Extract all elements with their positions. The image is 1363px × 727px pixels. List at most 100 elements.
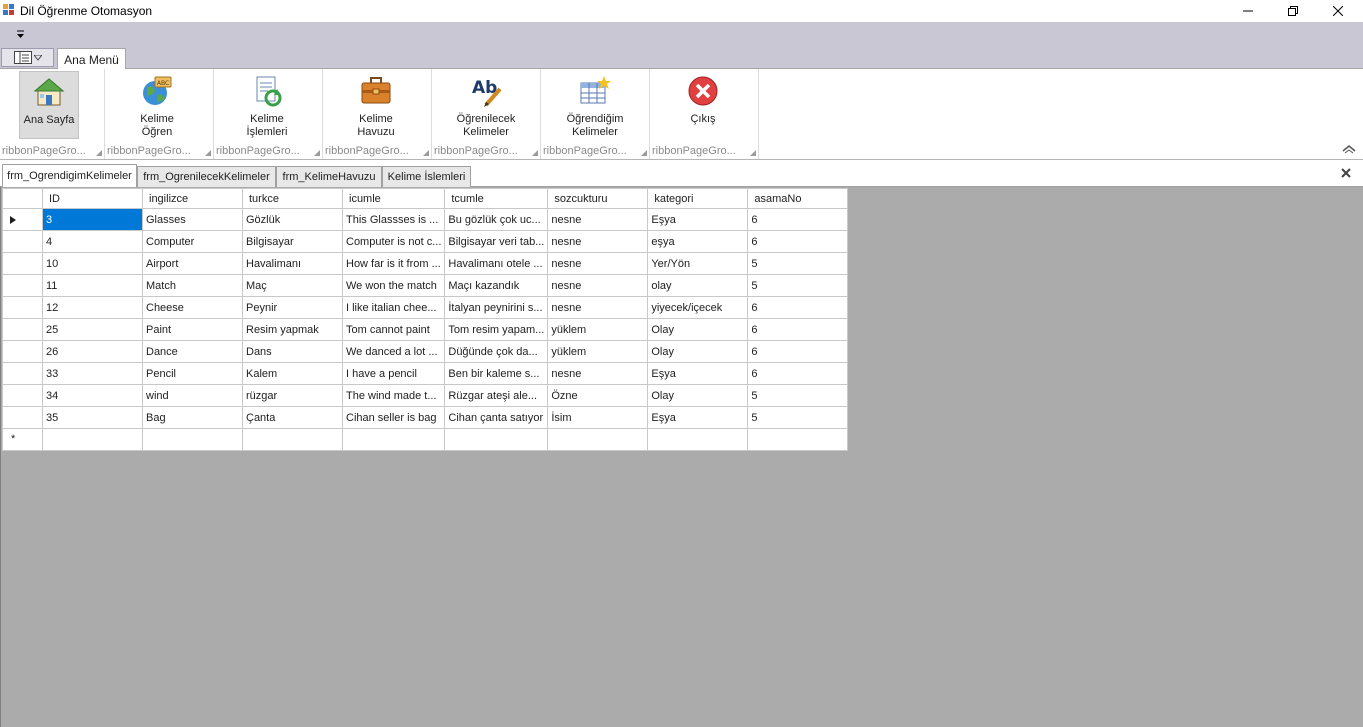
cell-asamano[interactable]: 6 (747, 296, 849, 319)
cell-turkce[interactable]: rüzgar (242, 384, 343, 407)
kelime-islemleri-button[interactable]: Kelime İşlemleri (237, 71, 297, 139)
cell-sozcukturu[interactable]: nesne (547, 296, 649, 319)
cell-turkce[interactable]: Peynir (242, 296, 343, 319)
cell-ingilizce[interactable]: Pencil (142, 362, 243, 385)
cell-icumle[interactable]: We won the match (341, 274, 446, 297)
tab-frm-kelime-havuzu[interactable]: frm_KelimeHavuzu (276, 166, 382, 187)
tab-kelime-islemleri[interactable]: Kelime İslemleri (382, 166, 471, 187)
table-row[interactable]: 33 Pencil Kalem I have a pencil Ben bir kale… (2, 362, 849, 385)
column-header-asamano[interactable]: asamaNo (747, 188, 849, 209)
cell-sozcukturu[interactable]: nesne (547, 252, 649, 275)
cell-icumle[interactable]: I like italian chee... (341, 296, 446, 319)
column-header-tcumle[interactable]: tcumle (444, 188, 549, 209)
cell-icumle[interactable]: Tom cannot paint (341, 318, 446, 341)
cell-tcumle[interactable]: Düğünde çok da... (444, 340, 549, 363)
column-header-sozcukturu[interactable]: sozcukturu (547, 188, 649, 209)
cell-icumle[interactable]: This Glassses is ... (341, 208, 446, 231)
dialog-launcher-icon[interactable] (532, 150, 538, 156)
cell-kategori[interactable]: Eşya (647, 362, 749, 385)
new-row-cell[interactable] (142, 428, 243, 451)
row-header[interactable] (2, 362, 43, 385)
table-row[interactable]: 34 wind rüzgar The wind made t... Rüzgar ate… (2, 384, 849, 407)
cell-ingilizce[interactable]: Glasses (142, 208, 243, 231)
cell-sozcukturu[interactable]: nesne (547, 362, 649, 385)
table-row[interactable]: 11 Match Maç We won the match Maçı kazandık n… (2, 274, 849, 297)
cell-asamano[interactable]: 6 (747, 318, 849, 341)
close-tab-icon[interactable] (1341, 168, 1351, 178)
cell-turkce[interactable]: Maç (242, 274, 343, 297)
cell-id[interactable]: 25 (42, 318, 143, 341)
cell-tcumle[interactable]: Ben bir kaleme s... (444, 362, 549, 385)
cell-asamano[interactable]: 5 (747, 274, 849, 297)
row-header[interactable] (2, 318, 43, 341)
row-header[interactable] (2, 274, 43, 297)
cell-icumle[interactable]: Cihan seller is bag (341, 406, 446, 429)
cell-tcumle[interactable]: Bilgisayar veri tab... (444, 230, 549, 253)
column-header-turkce[interactable]: turkce (242, 188, 343, 209)
cell-kategori[interactable]: olay (647, 274, 749, 297)
row-header[interactable] (2, 296, 43, 319)
dialog-launcher-icon[interactable] (641, 150, 647, 156)
cell-icumle[interactable]: How far is it from ... (341, 252, 446, 275)
cell-asamano[interactable]: 6 (747, 230, 849, 253)
row-header[interactable]: * (2, 428, 43, 451)
cell-ingilizce[interactable]: Match (142, 274, 243, 297)
cell-id[interactable]: 34 (42, 384, 143, 407)
dialog-launcher-icon[interactable] (205, 150, 211, 156)
cell-kategori[interactable]: Olay (647, 384, 749, 407)
row-header[interactable] (2, 252, 43, 275)
cell-kategori[interactable]: Eşya (647, 406, 749, 429)
dialog-launcher-icon[interactable] (750, 150, 756, 156)
cell-sozcukturu[interactable]: Özne (547, 384, 649, 407)
minimize-button[interactable] (1225, 0, 1271, 22)
cell-tcumle[interactable]: Maçı kazandık (444, 274, 549, 297)
cell-id[interactable]: 11 (42, 274, 143, 297)
corner-header[interactable] (2, 188, 43, 209)
table-row[interactable]: 10 Airport Havalimanı How far is it from ..… (2, 252, 849, 275)
cell-asamano[interactable]: 5 (747, 384, 849, 407)
cell-sozcukturu[interactable]: nesne (547, 230, 649, 253)
new-row-cell[interactable] (42, 428, 143, 451)
cell-sozcukturu[interactable]: yüklem (547, 340, 649, 363)
column-header-kategori[interactable]: kategori (647, 188, 749, 209)
new-row-cell[interactable] (647, 428, 749, 451)
cell-kategori[interactable]: Yer/Yön (647, 252, 749, 275)
cell-ingilizce[interactable]: wind (142, 384, 243, 407)
dialog-launcher-icon[interactable] (314, 150, 320, 156)
ana-sayfa-button[interactable]: Ana Sayfa (19, 71, 79, 139)
cell-id[interactable]: 12 (42, 296, 143, 319)
cell-id[interactable]: 26 (42, 340, 143, 363)
close-window-button[interactable] (1315, 0, 1361, 22)
row-header[interactable] (2, 340, 43, 363)
cell-asamano[interactable]: 6 (747, 362, 849, 385)
cell-icumle[interactable]: We danced a lot ... (341, 340, 446, 363)
cell-turkce[interactable]: Havalimanı (242, 252, 343, 275)
cell-sozcukturu[interactable]: yüklem (547, 318, 649, 341)
cell-asamano[interactable]: 5 (747, 406, 849, 429)
cell-turkce[interactable]: Kalem (242, 362, 343, 385)
column-header-ingilizce[interactable]: ingilizce (142, 188, 243, 209)
cell-tcumle[interactable]: İtalyan peynirini s... (444, 296, 549, 319)
cell-tcumle[interactable]: Bu gözlük çok uc... (444, 208, 549, 231)
cell-icumle[interactable]: The wind made t... (341, 384, 446, 407)
table-row[interactable]: 12 Cheese Peynir I like italian chee... İtal… (2, 296, 849, 319)
cell-tcumle[interactable]: Tom resim yapam... (444, 318, 549, 341)
tab-ana-menu[interactable]: Ana Menü (57, 48, 126, 70)
new-row-cell[interactable] (444, 428, 549, 451)
new-row-cell[interactable] (747, 428, 849, 451)
kelime-havuzu-button[interactable]: Kelime Havuzu (346, 71, 406, 139)
cell-kategori[interactable]: Olay (647, 318, 749, 341)
cell-kategori[interactable]: yiyecek/içecek (647, 296, 749, 319)
collapse-ribbon-icon[interactable] (1342, 144, 1356, 154)
cell-ingilizce[interactable]: Bag (142, 406, 243, 429)
cell-kategori[interactable]: eşya (647, 230, 749, 253)
cell-ingilizce[interactable]: Airport (142, 252, 243, 275)
cell-id[interactable]: 10 (42, 252, 143, 275)
cell-asamano[interactable]: 6 (747, 208, 849, 231)
cell-asamano[interactable]: 6 (747, 340, 849, 363)
cell-ingilizce[interactable]: Computer (142, 230, 243, 253)
table-row[interactable]: 25 Paint Resim yapmak Tom cannot paint Tom r… (2, 318, 849, 341)
cell-icumle[interactable]: I have a pencil (341, 362, 446, 385)
cell-id[interactable]: 3 (42, 208, 143, 231)
column-header-id[interactable]: ID (42, 188, 143, 209)
